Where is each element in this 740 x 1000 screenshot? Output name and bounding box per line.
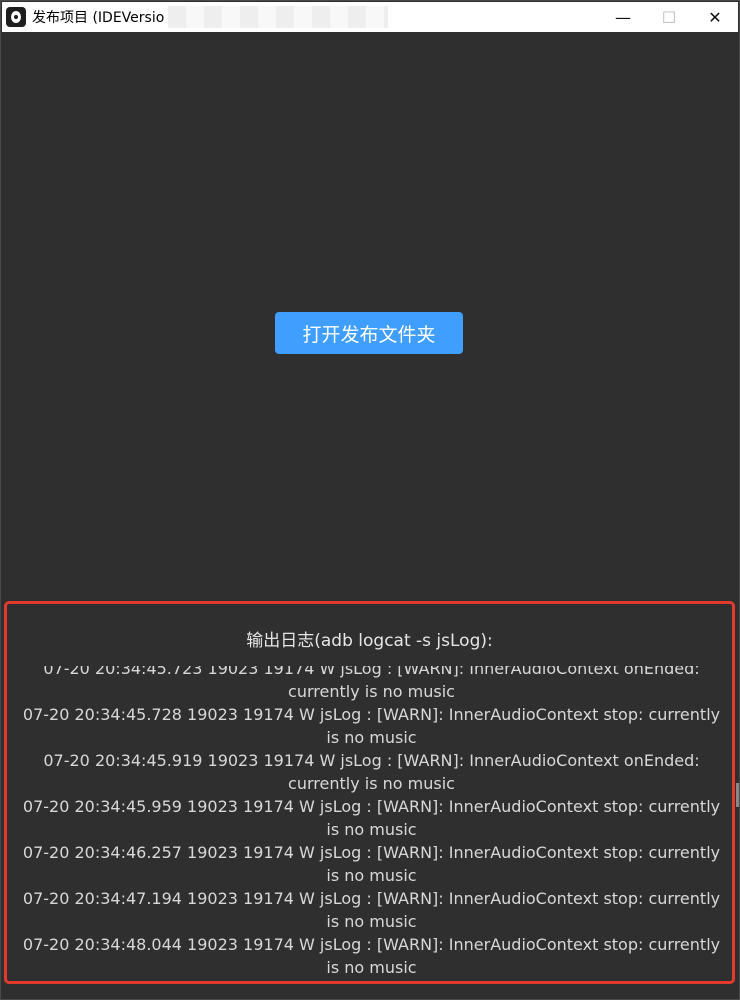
window-controls: — ☐ ✕ <box>600 2 738 32</box>
log-line: 07-20 20:34:45.959 19023 19174 W jsLog :… <box>22 797 721 839</box>
log-line: 07-20 20:34:45.728 19023 19174 W jsLog :… <box>22 705 721 747</box>
scrollbar-thumb[interactable] <box>736 783 739 807</box>
title-bar[interactable]: 发布项目 (IDEVersio — ☐ ✕ <box>2 2 738 32</box>
publish-project-window: 发布项目 (IDEVersio — ☐ ✕ 打开发布文件夹 输出日志(adb l… <box>0 0 740 1000</box>
output-log-panel: 输出日志(adb logcat -s jsLog): 07-20 20:34:4… <box>4 601 735 984</box>
log-line: 07-20 20:34:48.044 19023 19174 W jsLog :… <box>22 935 721 977</box>
log-line: 07-20 20:34:46.257 19023 19174 W jsLog :… <box>22 843 721 885</box>
log-list: 07-20 20:34:45.723 19023 19174 W jsLog :… <box>15 666 728 979</box>
redacted-title-region <box>168 6 389 28</box>
maximize-button: ☐ <box>661 7 677 27</box>
window-title: 发布项目 (IDEVersio <box>32 10 165 26</box>
close-button[interactable]: ✕ <box>692 2 738 32</box>
open-publish-folder-button[interactable]: 打开发布文件夹 <box>275 312 463 354</box>
log-line: 07-20 20:34:45.723 19023 19174 W jsLog :… <box>43 666 700 701</box>
log-line: 07-20 20:34:47.194 19023 19174 W jsLog :… <box>22 889 721 931</box>
log-title: 输出日志(adb logcat -s jsLog): <box>246 631 493 651</box>
log-line: 07-20 20:34:45.919 19023 19174 W jsLog :… <box>43 751 700 793</box>
log-scroll-area[interactable]: 07-20 20:34:45.723 19023 19174 W jsLog :… <box>15 666 728 981</box>
app-logo-icon <box>6 7 26 27</box>
minimize-button[interactable]: — <box>600 2 646 32</box>
